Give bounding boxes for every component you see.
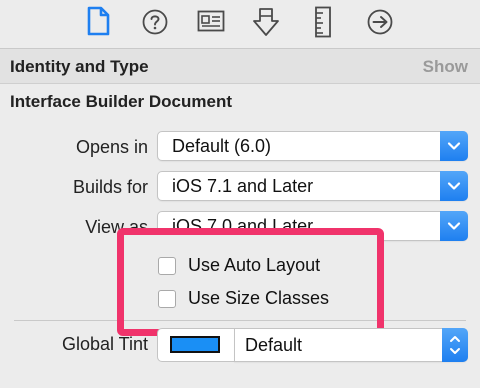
ib-document-title: Interface Builder Document — [10, 92, 232, 111]
global-tint-select[interactable]: Default — [234, 328, 468, 362]
global-tint-color-well[interactable] — [157, 328, 235, 362]
inspector-toolbar — [0, 0, 480, 48]
chevron-down-icon — [440, 171, 468, 201]
opens-in-label: Opens in — [75, 137, 148, 157]
identity-card-icon[interactable] — [197, 10, 225, 32]
ruler-icon[interactable] — [314, 6, 332, 38]
opens-in-value: Default (6.0) — [172, 136, 272, 156]
tint-color-swatch — [170, 336, 220, 353]
builds-for-label: Builds for — [72, 177, 148, 197]
opens-in-select[interactable]: Default (6.0) — [157, 131, 468, 161]
global-tint-value: Default — [245, 335, 303, 355]
chevron-up-down-icon — [442, 328, 468, 362]
global-tint-label: Global Tint — [61, 334, 148, 354]
file-icon[interactable] — [85, 6, 111, 36]
chevron-down-icon — [440, 211, 468, 241]
chevron-down-icon — [440, 131, 468, 161]
identity-and-type-header[interactable]: Identity and Type Show — [0, 49, 480, 84]
builds-for-value: iOS 7.1 and Later — [172, 176, 314, 196]
attributes-icon[interactable] — [252, 7, 280, 37]
show-toggle[interactable]: Show — [423, 57, 468, 77]
builds-for-select[interactable]: iOS 7.1 and Later — [157, 171, 468, 201]
help-icon[interactable] — [141, 8, 169, 36]
section-title: Identity and Type — [10, 57, 149, 76]
highlight-annotation — [117, 228, 384, 336]
connections-icon[interactable] — [366, 8, 394, 36]
